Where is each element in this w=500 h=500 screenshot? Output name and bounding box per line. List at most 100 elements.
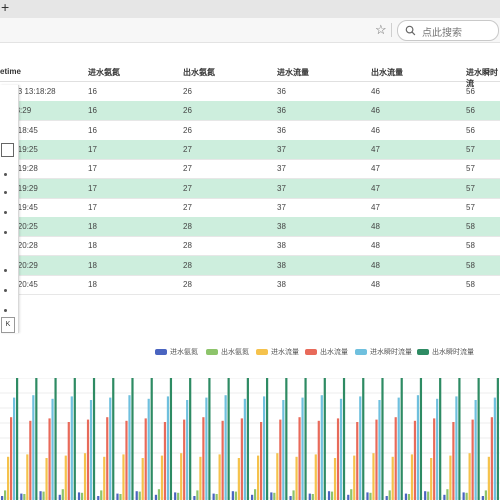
table-cell: 16 <box>88 106 97 116</box>
legend-label: 进水瞬时流量 <box>370 348 412 356</box>
chart-bar <box>270 492 273 500</box>
chart-bar <box>490 417 493 500</box>
chart-bar <box>430 458 433 500</box>
table-row[interactable]: 13:18:291626364656 <box>0 101 500 122</box>
chart-bar <box>350 489 353 500</box>
chart-bar <box>443 494 446 500</box>
chart-bar <box>375 419 378 500</box>
chart-bar <box>439 378 442 500</box>
chart-bar <box>67 422 70 500</box>
chart-bar <box>400 378 403 500</box>
chart-bar <box>51 398 54 500</box>
table-row[interactable]: 3 13:19:251727374757 <box>0 139 500 160</box>
chart-bar <box>166 396 170 500</box>
chart-bar <box>215 494 218 500</box>
chart-bar <box>436 398 439 500</box>
browser-toolbar: ☆ 点此搜索 <box>0 18 500 43</box>
table-row[interactable]: 3 13:20:291828384858 <box>0 255 500 276</box>
new-tab-button[interactable]: + <box>1 0 9 15</box>
table-cell: 37 <box>277 183 286 193</box>
chart-bar <box>183 419 186 500</box>
table-row[interactable]: 3 13:20:251828384858 <box>0 217 500 238</box>
chart-bar <box>292 490 295 500</box>
table-cell: 18 <box>88 222 97 232</box>
table-cell: 27 <box>183 202 192 212</box>
table-cell: 27 <box>183 164 192 174</box>
chart-bar <box>394 417 397 500</box>
legend-item[interactable]: 出水流量 <box>305 343 348 356</box>
chart-bar <box>359 396 362 500</box>
table-cell: 47 <box>371 144 380 154</box>
chart-bar <box>106 417 109 500</box>
table-cell: 26 <box>183 106 192 116</box>
legend-item[interactable]: 进水流量 <box>256 343 299 356</box>
chart-bar <box>83 453 87 500</box>
chart-bar <box>180 453 183 500</box>
chart-bar <box>163 422 167 500</box>
chart-bar <box>131 378 134 500</box>
chart-bar <box>465 492 468 500</box>
chart-bar <box>154 494 158 500</box>
table-row[interactable]: 3 13:19:451727374757 <box>0 198 500 218</box>
table-cell: 58 <box>466 222 475 232</box>
chart-bar <box>385 496 388 500</box>
panel-checkbox[interactable] <box>1 143 14 157</box>
chart-bar <box>199 456 202 500</box>
browser-tab-bar: + <box>0 0 500 19</box>
legend-item[interactable]: 出水瞬时流量 <box>417 343 474 356</box>
table-row[interactable]: 3 13:19:291727374757 <box>0 178 500 199</box>
chart-bar <box>455 396 458 500</box>
table-cell: 57 <box>466 164 475 174</box>
chart-bar <box>496 378 499 500</box>
chart-bar <box>257 455 260 500</box>
table-cell: 56 <box>466 87 475 96</box>
chart-bar <box>353 455 356 500</box>
chart-bar <box>366 492 369 500</box>
table-cell: 17 <box>88 202 97 212</box>
chart-bar <box>330 491 334 500</box>
table-row[interactable]: 25/6/3 13:18:28 16 26 36 46 56 <box>0 82 500 102</box>
chart-bar <box>484 490 487 500</box>
legend-item[interactable]: 进水氨氮 <box>155 343 198 356</box>
chart-bar <box>231 491 234 500</box>
chart-bar <box>202 417 205 500</box>
chart-bar <box>298 417 301 500</box>
column-header: 进水流量 <box>277 68 309 77</box>
legend-item[interactable]: 出水氨氮 <box>206 343 249 356</box>
chart-bar <box>295 456 298 500</box>
table-cell: 16 <box>88 125 97 135</box>
star-icon[interactable]: ☆ <box>375 22 387 38</box>
chart-bar <box>61 489 64 500</box>
chart-bar <box>208 378 211 500</box>
chart-bar <box>138 491 141 500</box>
chart-bar <box>122 454 125 500</box>
chart-bar <box>189 378 192 500</box>
chart-bar <box>35 378 38 500</box>
table-cell: 46 <box>371 106 380 116</box>
chart-bar <box>174 492 177 500</box>
chart-bar <box>58 494 61 500</box>
chart-bar <box>119 494 122 500</box>
chart-bar <box>240 418 243 500</box>
table-row[interactable]: 3 13:20:281828384858 <box>0 236 500 257</box>
table-row[interactable]: 3 13:19:281727374757 <box>0 159 500 180</box>
table-row[interactable]: 3 13:18:451626364656 <box>0 121 500 141</box>
search-placeholder: 点此搜索 <box>422 28 462 39</box>
chart-bar <box>212 493 215 500</box>
chart-bar <box>372 453 375 500</box>
legend-label: 出水氨氮 <box>221 348 249 356</box>
search-icon <box>405 25 416 36</box>
chart-bar <box>20 493 23 500</box>
chart-bar <box>26 454 29 500</box>
table-cell: 58 <box>466 260 475 270</box>
search-input[interactable]: 点此搜索 <box>397 20 499 41</box>
chart-bar <box>308 493 311 500</box>
legend-item[interactable]: 进水瞬时流量 <box>355 343 412 356</box>
chart-bar <box>362 378 365 500</box>
chart-bar <box>7 456 10 500</box>
table-cell: 18 <box>88 260 97 270</box>
chart-bar <box>135 491 138 500</box>
table-row[interactable]: 3 13:20:451828384858 <box>0 275 500 295</box>
panel-button[interactable]: K <box>1 317 15 333</box>
chart-bar <box>381 378 384 500</box>
